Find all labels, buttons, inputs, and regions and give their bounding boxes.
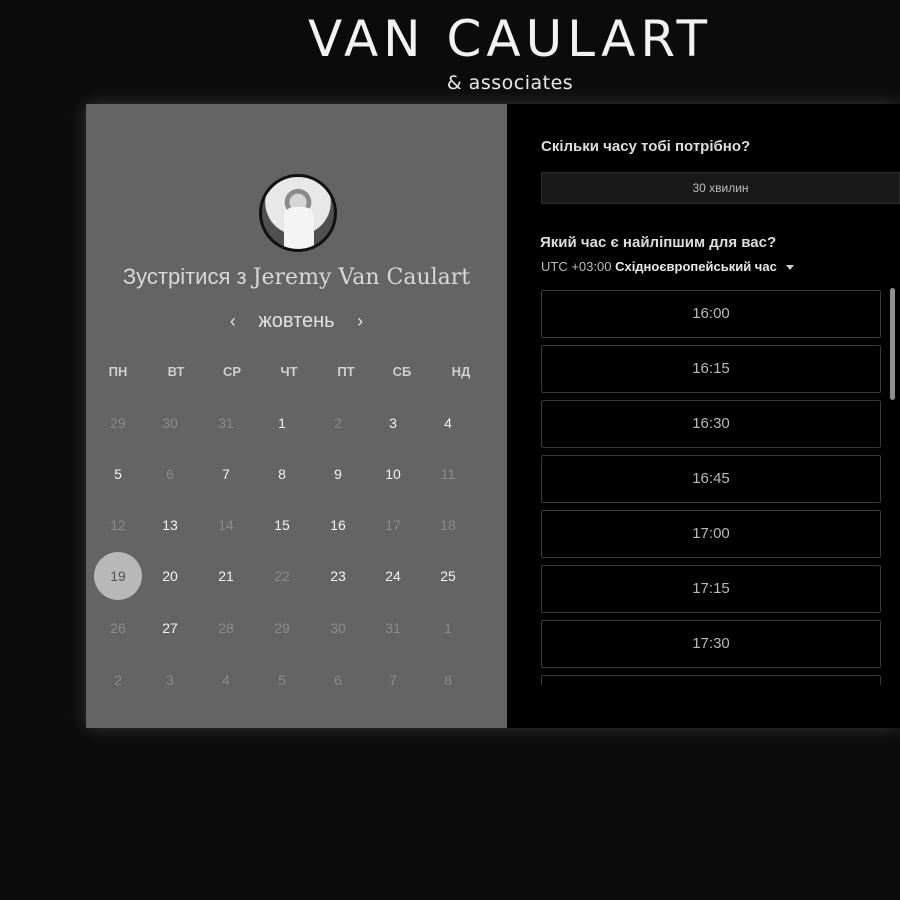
time-slot-button[interactable]: 17:30 [541, 620, 881, 668]
weekday-label: НД [451, 364, 471, 379]
calendar-day[interactable]: 4 [424, 399, 472, 447]
time-slot-button[interactable]: 16:00 [541, 290, 881, 338]
calendar-day: 29 [274, 620, 290, 636]
weekday-header: ПН ВТ СР ЧТ ПТ СБ НД [86, 364, 507, 384]
calendar-day: 5 [278, 672, 286, 688]
time-slot-button[interactable]: 16:15 [541, 345, 881, 393]
weekday-label: СР [222, 364, 242, 379]
avatar-figure [284, 207, 314, 249]
calendar-day: 6 [166, 466, 174, 482]
scrollbar[interactable] [890, 288, 895, 400]
calendar-panel: Зустрітися з Jeremy Van Caulart ‹ жовтен… [86, 104, 507, 728]
calendar-day: 31 [218, 415, 234, 431]
calendar-day: 18 [440, 517, 456, 533]
calendar-day[interactable]: 10 [369, 450, 417, 498]
brand-subtitle: & associates [446, 72, 574, 94]
month-label: жовтень [258, 310, 335, 332]
calendar-day: 14 [218, 517, 234, 533]
calendar-day: 8 [444, 672, 452, 688]
calendar-day[interactable]: 16 [314, 501, 362, 549]
calendar-day: 11 [440, 466, 456, 482]
calendar-day[interactable]: 25 [424, 552, 472, 600]
calendar-day: 31 [385, 620, 401, 636]
weekday-label: ЧТ [280, 364, 298, 379]
calendar-day: 1 [444, 620, 452, 636]
weekday-label: ПН [108, 364, 128, 379]
calendar-day: 30 [162, 415, 178, 431]
calendar-day[interactable]: 8 [258, 450, 306, 498]
time-slot-button[interactable]: 16:45 [541, 455, 881, 503]
time-slot-button[interactable]: 17:00 [541, 510, 881, 558]
booking-panel: Скільки часу тобі потрібно? 30 хвилин Як… [507, 104, 900, 728]
calendar-day[interactable]: 13 [146, 501, 194, 549]
calendar-day: 2 [334, 415, 342, 431]
timezone-name: Східноєвропейський час [615, 259, 777, 274]
site-header: VAN CAULART & associates [0, 0, 900, 100]
calendar-day[interactable]: 15 [258, 501, 306, 549]
calendar-day: 12 [110, 517, 126, 533]
calendar-day: 4 [222, 672, 230, 688]
calendar-day[interactable]: 7 [202, 450, 250, 498]
brand-title: VAN CAULART [307, 10, 713, 68]
timezone-offset: UTC +03:00 [541, 259, 612, 274]
time-question: Який час є найліпшим для вас? [540, 234, 777, 251]
calendar-day[interactable]: 9 [314, 450, 362, 498]
calendar-day[interactable]: 5 [94, 450, 142, 498]
scheduling-widget: Зустрітися з Jeremy Van Caulart ‹ жовтен… [86, 104, 900, 728]
duration-question: Скільки часу тобі потрібно? [541, 138, 751, 155]
calendar-day-selected[interactable]: 19 [94, 552, 142, 600]
time-slot-button[interactable]: 17:15 [541, 565, 881, 613]
chevron-left-icon[interactable]: ‹ [221, 311, 245, 332]
calendar-day[interactable]: 3 [369, 399, 417, 447]
time-slot-button[interactable] [541, 675, 881, 685]
calendar-day[interactable]: 27 [146, 604, 194, 652]
calendar-day: 2 [114, 672, 122, 688]
calendar-day: 6 [334, 672, 342, 688]
calendar-day[interactable]: 21 [202, 552, 250, 600]
meet-prefix: Зустрітися з [122, 264, 247, 289]
timezone-selector[interactable]: UTC +03:00 Східноєвропейський час [541, 259, 795, 274]
weekday-label: СБ [392, 364, 412, 379]
host-name: Jeremy Van Caulart [252, 265, 471, 290]
calendar-day: 26 [110, 620, 126, 636]
avatar [259, 174, 337, 252]
duration-button[interactable]: 30 хвилин [541, 172, 900, 204]
calendar-day: 22 [274, 568, 290, 584]
weekday-label: ПТ [337, 364, 355, 379]
calendar-day[interactable]: 1 [258, 399, 306, 447]
calendar-day: 17 [385, 517, 401, 533]
calendar-day[interactable]: 23 [314, 552, 362, 600]
calendar-day: 28 [218, 620, 234, 636]
calendar-day[interactable]: 20 [146, 552, 194, 600]
meeting-title: Зустрітися з Jeremy Van Caulart [86, 264, 507, 290]
weekday-label: ВТ [167, 364, 185, 379]
calendar-day[interactable]: 24 [369, 552, 417, 600]
calendar-day: 29 [110, 415, 126, 431]
time-slot-button[interactable]: 16:30 [541, 400, 881, 448]
chevron-right-icon[interactable]: › [348, 311, 372, 332]
calendar-day: 30 [330, 620, 346, 636]
calendar-day: 7 [389, 672, 397, 688]
calendar-day: 3 [166, 672, 174, 688]
caret-down-icon [786, 265, 795, 271]
month-navigation: ‹ жовтень › [86, 310, 507, 333]
time-slot-list[interactable]: 16:00 16:15 16:30 16:45 17:00 17:15 17:30 [541, 290, 881, 685]
